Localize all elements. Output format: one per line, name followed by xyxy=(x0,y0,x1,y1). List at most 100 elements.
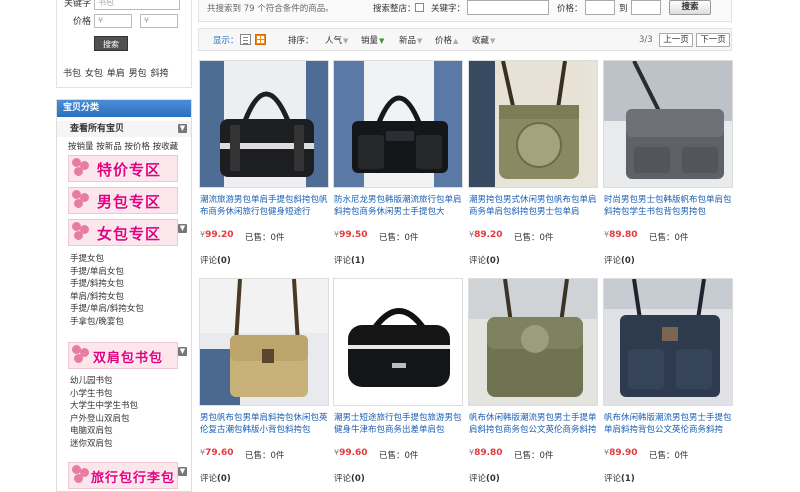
product-card[interactable]: 男包帆布包男单肩斜挎包休闲包英伦复古潮包韩版小背包斜挎包 ¥79.60 已售：0… xyxy=(199,278,329,490)
sold-count: 已售：0件 xyxy=(379,233,419,243)
product-card[interactable]: 帆布休闲韩版潮流男包男士手提单肩斜挎包商务包公文英伦商务斜挎 ¥89.80 已售… xyxy=(468,278,598,490)
review-number: (0) xyxy=(217,256,231,266)
product-name[interactable]: 潮男挎包男式休闲男包帆布包单肩商务单肩包斜挎包男士包单肩 xyxy=(469,194,597,218)
banner-men[interactable]: 男包专区 xyxy=(68,187,178,214)
product-card[interactable]: 潮男士短途旅行包手提包旅游男包健身牛津布包商务出差单肩包 ¥99.60 已售：0… xyxy=(333,278,463,490)
product-image[interactable] xyxy=(199,278,329,406)
product-card[interactable]: 帆布休闲韩版潮流男包男士手提包单肩斜挎背包公文英伦商务斜挎 ¥89.90 已售：… xyxy=(603,278,733,490)
product-image[interactable] xyxy=(468,60,598,188)
product-card[interactable]: 防水尼龙男包韩版潮流旅行包单肩斜挎包商务休闲男士手提包大 ¥99.50 已售：0… xyxy=(333,60,463,272)
list-item[interactable]: 幼儿园书包 xyxy=(70,375,138,388)
sort-popularity[interactable]: 人气▼ xyxy=(325,34,348,46)
price-max-input[interactable]: ¥ xyxy=(140,14,178,28)
review-label: 评论 xyxy=(334,256,352,266)
product-name[interactable]: 帆布休闲韩版潮流男包男士手提单肩斜挎包商务包公文英伦商务斜挎 xyxy=(469,412,597,436)
collapse-toggle-icon[interactable]: ▼ xyxy=(178,467,187,476)
sidebar-search-button[interactable]: 搜索 xyxy=(94,36,128,51)
product-image[interactable] xyxy=(333,60,463,188)
category-header: 宝贝分类 xyxy=(57,100,191,117)
price-min-input[interactable] xyxy=(585,0,615,15)
sort-price[interactable]: 价格▲ xyxy=(435,34,458,46)
price-max-input[interactable] xyxy=(631,0,661,15)
product-card[interactable]: 时尚男包男士包韩版帆布包单肩包斜挎包学生书包背包男挎包 ¥89.80 已售：0件… xyxy=(603,60,733,272)
sort-bar: 显示： 排序： 人气▼ 销量▼ 新品▼ 价格▲ 收藏▼ 3/3 上一页 下一页 xyxy=(198,28,732,51)
product-name[interactable]: 男包帆布包男单肩斜挎包休闲包英伦复古潮包韩版小背包斜挎包 xyxy=(200,412,328,436)
prev-page-button[interactable]: 上一页 xyxy=(659,33,693,47)
sort-down-icon: ▼ xyxy=(417,37,423,45)
review-count[interactable]: 评论(1) xyxy=(604,472,635,484)
review-number: (1) xyxy=(351,256,365,266)
sold-count: 已售：0件 xyxy=(649,233,689,243)
list-item[interactable]: 单肩/斜挎女包 xyxy=(70,291,144,304)
list-item[interactable]: 手拿包/晚宴包 xyxy=(70,316,144,329)
keyword-row: 关键字 书包 xyxy=(57,0,193,12)
list-view-icon[interactable] xyxy=(240,34,251,45)
list-item[interactable]: 电脑双肩包 xyxy=(70,425,138,438)
filter-checkbox[interactable] xyxy=(415,3,424,12)
review-count[interactable]: 评论(0) xyxy=(469,254,500,266)
collapse-toggle-icon[interactable]: ▼ xyxy=(178,124,187,133)
review-count[interactable]: 评论(0) xyxy=(604,254,635,266)
keyword-label: 关键字： xyxy=(431,4,466,14)
product-price: ¥99.20 xyxy=(200,230,234,240)
product-image[interactable] xyxy=(199,60,329,188)
product-card[interactable]: 潮男挎包男式休闲男包帆布包单肩商务单肩包斜挎包男士包单肩 ¥89.20 已售：0… xyxy=(468,60,598,272)
product-image[interactable] xyxy=(468,278,598,406)
product-image[interactable] xyxy=(603,60,733,188)
search-filter-bar: 共搜索到 79 个符合条件的商品。 搜索整店： 关键字： 价格： 到 搜索 xyxy=(198,0,732,22)
review-count[interactable]: 评论(0) xyxy=(200,254,231,266)
list-item[interactable]: 大学生中学生书包 xyxy=(70,400,138,413)
review-count[interactable]: 评论(1) xyxy=(334,254,365,266)
product-name[interactable]: 帆布休闲韩版潮流男包男士手提包单肩斜挎背包公文英伦商务斜挎 xyxy=(604,412,732,436)
collapse-toggle-icon[interactable]: ▼ xyxy=(178,224,187,233)
list-item[interactable]: 手提女包 xyxy=(70,253,144,266)
price-min-input[interactable]: ¥ xyxy=(94,14,132,28)
flower-icon xyxy=(72,190,90,210)
filter-label: 搜索整店： xyxy=(373,4,416,14)
review-count[interactable]: 评论(0) xyxy=(469,472,500,484)
product-name[interactable]: 潮男士短途旅行包手提包旅游男包健身牛津布包商务出差单肩包 xyxy=(334,412,462,436)
list-item[interactable]: 手提/斜挎女包 xyxy=(70,278,144,291)
list-item[interactable]: 手提/单肩/斜挎女包 xyxy=(70,303,144,316)
search-button[interactable]: 搜索 xyxy=(669,0,711,15)
collapse-toggle-icon[interactable]: ▼ xyxy=(178,347,187,356)
page-indicator: 3/3 xyxy=(639,35,653,45)
sort-favorites[interactable]: 收藏▼ xyxy=(472,34,495,46)
category-all-link[interactable]: 查看所有宝贝 ▼ xyxy=(57,121,191,137)
product-name[interactable]: 潮流旅游男包单肩手提包斜挎包帆布商务休闲旅行包健身短途行 xyxy=(200,194,328,218)
product-image[interactable] xyxy=(333,278,463,406)
sort-sales[interactable]: 销量▼ xyxy=(361,34,384,46)
category-sort-links[interactable]: 按销量 按新品 按价格 按收藏 xyxy=(68,140,178,152)
list-item[interactable]: 户外登山双肩包 xyxy=(70,413,138,426)
backpack-subcategory-list: 幼儿园书包 小学生书包 大学生中学生书包 户外登山双肩包 电脑双肩包 迷你双肩包 xyxy=(70,375,138,450)
price-value: 99.60 xyxy=(339,448,368,458)
product-card[interactable]: 潮流旅游男包单肩手提包斜挎包帆布商务休闲旅行包健身短途行 ¥99.20 已售：0… xyxy=(199,60,329,272)
keyword-input[interactable]: 书包 xyxy=(94,0,180,10)
sort-newest[interactable]: 新品▼ xyxy=(399,34,422,46)
review-count[interactable]: 评论(0) xyxy=(334,472,365,484)
banner-sale[interactable]: 特价专区 xyxy=(68,155,178,182)
list-item[interactable]: 迷你双肩包 xyxy=(70,438,138,451)
price-row: 价格 ¥ ¥ xyxy=(57,14,193,30)
banner-travel[interactable]: 旅行包行李包 xyxy=(68,462,178,489)
sold-count: 已售：0件 xyxy=(514,233,554,243)
product-price: ¥89.90 xyxy=(604,448,638,458)
keyword-label: 关键字 xyxy=(63,0,91,9)
price-to-label: 到 xyxy=(619,4,628,14)
sold-count: 已售：0件 xyxy=(245,233,285,243)
keyword-input[interactable] xyxy=(467,0,549,15)
banner-backpack[interactable]: 双肩包书包 xyxy=(68,342,178,369)
banner-women[interactable]: 女包专区 xyxy=(68,219,178,246)
product-name[interactable]: 时尚男包男士包韩版帆布包单肩包斜挎包学生书包背包男挎包 xyxy=(604,194,732,218)
hot-tags[interactable]: 书包 女包 单肩 男包 斜挎 xyxy=(63,66,168,79)
list-item[interactable]: 手提/单肩女包 xyxy=(70,266,144,279)
next-page-button[interactable]: 下一页 xyxy=(696,33,730,47)
flower-icon xyxy=(72,465,90,485)
grid-view-icon[interactable] xyxy=(255,34,266,45)
product-name[interactable]: 防水尼龙男包韩版潮流旅行包单肩斜挎包商务休闲男士手提包大 xyxy=(334,194,462,218)
list-item[interactable]: 小学生书包 xyxy=(70,388,138,401)
sidebar: 关键字 书包 价格 ¥ ¥ 搜索 书包 女包 单肩 男包 斜挎 宝贝分类 查看所… xyxy=(56,0,192,492)
review-number: (0) xyxy=(217,474,231,484)
product-image[interactable] xyxy=(603,278,733,406)
review-count[interactable]: 评论(0) xyxy=(200,472,231,484)
